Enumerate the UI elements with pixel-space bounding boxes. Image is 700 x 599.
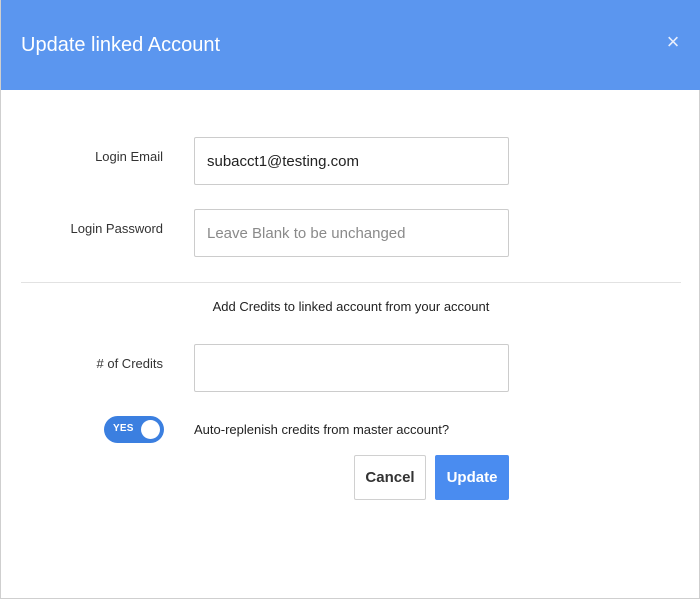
login-password-label: Login Password: [70, 221, 164, 236]
auto-replenish-label: Auto-replenish credits from master accou…: [194, 422, 450, 437]
login-email-label: Login Email: [95, 149, 163, 164]
credits-label: # of Credits: [96, 356, 163, 371]
cancel-button[interactable]: Cancel: [354, 455, 426, 500]
toggle-state-text: YES: [113, 423, 134, 434]
auto-replenish-toggle[interactable]: YES: [104, 416, 164, 443]
update-linked-account-dialog: Update linked Account × Login Email Logi…: [0, 0, 700, 599]
login-password-input[interactable]: [194, 209, 509, 257]
close-icon[interactable]: ×: [663, 30, 683, 54]
credits-input[interactable]: [194, 344, 509, 392]
update-button[interactable]: Update: [435, 455, 509, 500]
login-email-input[interactable]: [194, 137, 509, 185]
dialog-header: Update linked Account ×: [1, 0, 700, 90]
add-credits-note: Add Credits to linked account from your …: [212, 299, 490, 314]
toggle-knob: [141, 420, 160, 439]
dialog-title: Update linked Account: [21, 34, 221, 56]
section-divider: [21, 282, 681, 283]
